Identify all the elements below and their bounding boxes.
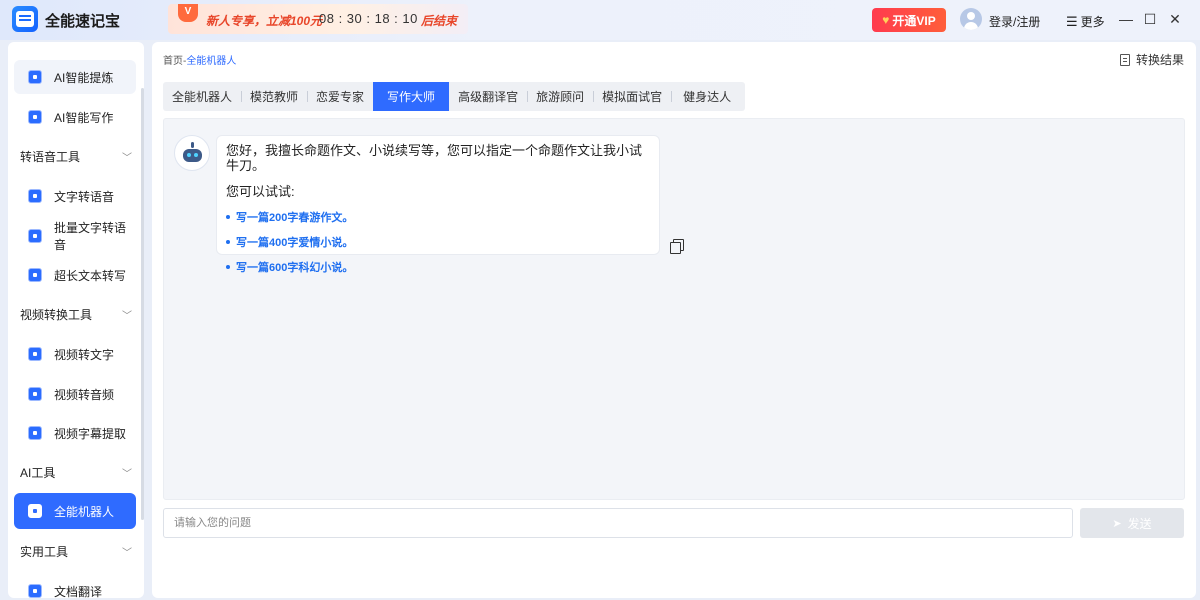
sidebar-group-label: 视频转换工具 [20, 307, 93, 322]
chevron-down-icon: ﹀ [122, 468, 132, 480]
sidebar-group-label: 转语音工具 [20, 149, 81, 164]
long-text-icon [28, 268, 42, 282]
bullet-icon [226, 215, 230, 219]
sidebar-item-label: 视频转音频 [54, 387, 115, 402]
vip-button-label: 开通VIP [892, 13, 936, 28]
breadcrumb-current: 全能机器人 [186, 56, 237, 67]
title-bar: 全能速记宝 V 新人专享，立减100元 08 : 30 : 18 : 10 后结… [0, 0, 1200, 40]
promo-countdown: 08 : 30 : 18 : 10 [319, 11, 418, 26]
robot-icon [28, 504, 42, 518]
sidebar-item-long-text[interactable]: 超长文本转写 [14, 258, 136, 292]
bullet-icon [226, 265, 230, 269]
tab-writing-master[interactable]: 写作大师 [373, 82, 450, 111]
sidebar-item-label: 超长文本转写 [54, 268, 127, 283]
send-button-label: 发送 [1127, 516, 1152, 531]
promo-text: 新人专享，立减100元 [206, 14, 323, 28]
switch-result-button[interactable]: 转换结果 [1119, 51, 1184, 68]
sidebar-item-label: 全能机器人 [54, 504, 115, 519]
tab-travel-advisor[interactable]: 旅游顾问 [527, 82, 593, 111]
promo-end-text: 后结束 [421, 14, 458, 28]
tab-mock-interviewer[interactable]: 模拟面试官 [593, 82, 671, 111]
more-menu-button[interactable]: ☰ 更多 [1066, 13, 1105, 30]
sidebar-item-label: AI智能提炼 [54, 70, 114, 85]
sidebar-item-batch-tts[interactable]: 批量文字转语音 [14, 219, 136, 253]
minimize-button[interactable]: — [1118, 10, 1134, 28]
sidebar-item-label: AI智能写作 [54, 110, 114, 125]
sidebar-group-tts[interactable]: 转语音工具 ﹀ [20, 146, 132, 166]
chevron-down-icon: ﹀ [122, 310, 132, 322]
suggestion-text: 写一篇400字爱情小说。 [236, 237, 354, 249]
ai-write-icon [28, 110, 42, 124]
sidebar: AI智能提炼 AI智能写作 转语音工具 ﹀ 文字转语音 批量文字转语音 超长文本… [8, 42, 144, 598]
tab-love-expert[interactable]: 恋爱专家 [307, 82, 373, 111]
suggestion-text: 写一篇200字春游作文。 [236, 212, 354, 224]
maximize-button[interactable]: ☐ [1142, 10, 1158, 28]
sidebar-item-label: 文字转语音 [54, 189, 115, 204]
sidebar-group-label: 实用工具 [20, 544, 69, 559]
more-label: 更多 [1080, 15, 1105, 29]
chat-message-bubble: 您好，我擅长命题作文、小说续写等，您可以指定一个命题作文让我小试牛刀。 您可以试… [216, 135, 660, 274]
tab-all-robot[interactable]: 全能机器人 [163, 82, 241, 111]
sidebar-item-doc-translate[interactable]: 文档翻译 [14, 574, 136, 598]
user-avatar-icon[interactable] [960, 8, 982, 30]
close-button[interactable]: ✕ [1167, 10, 1183, 28]
app-title: 全能速记宝 [45, 13, 121, 30]
robot-avatar-icon [174, 135, 210, 171]
sidebar-group-video[interactable]: 视频转换工具 ﹀ [20, 304, 132, 324]
suggestion-text: 写一篇600字科幻小说。 [236, 262, 354, 274]
breadcrumb-home[interactable]: 首页 [163, 56, 183, 67]
vip-heart-icon: ♥ [882, 13, 890, 27]
doc-translate-icon [28, 584, 42, 598]
send-plane-icon: ➤ [1112, 517, 1122, 530]
promo-tag: V [178, 4, 198, 22]
bullet-icon [226, 240, 230, 244]
sidebar-item-video-to-audio[interactable]: 视频转音频 [14, 377, 136, 411]
sidebar-item-robot[interactable]: 全能机器人 [14, 493, 136, 529]
main-panel: 首页-全能机器人 转换结果 全能机器人 模范教师 恋爱专家 写作大师 高级翻译官… [152, 42, 1196, 598]
sidebar-item-text-to-speech[interactable]: 文字转语音 [14, 179, 136, 213]
video-to-audio-icon [28, 387, 42, 401]
suggestion-item[interactable]: 写一篇400字爱情小说。 [226, 234, 650, 250]
batch-tts-icon [28, 229, 42, 243]
sidebar-scrollbar[interactable] [141, 88, 144, 520]
chat-area: 您好，我擅长命题作文、小说续写等，您可以指定一个命题作文让我小试牛刀。 您可以试… [163, 118, 1185, 500]
login-link[interactable]: 登录/注册 [989, 13, 1040, 30]
question-input[interactable] [163, 508, 1073, 538]
suggestion-item[interactable]: 写一篇200字春游作文。 [226, 209, 650, 225]
switch-result-label: 转换结果 [1135, 53, 1184, 67]
sidebar-group-ai[interactable]: AI工具 ﹀ [20, 462, 132, 482]
sidebar-item-video-to-text[interactable]: 视频转文字 [14, 337, 136, 371]
sidebar-item-label: 视频转文字 [54, 347, 115, 362]
breadcrumb: 首页-全能机器人 [163, 52, 236, 67]
sidebar-item-subtitle-extract[interactable]: 视频字幕提取 [14, 416, 136, 450]
document-icon [1119, 53, 1130, 66]
hamburger-icon: ☰ [1066, 14, 1078, 29]
chevron-down-icon: ﹀ [122, 152, 132, 164]
suggestion-item[interactable]: 写一篇600字科幻小说。 [226, 259, 650, 275]
sidebar-item-ai-write[interactable]: AI智能写作 [14, 100, 136, 134]
vip-button[interactable]: ♥ 开通VIP [872, 8, 946, 32]
sidebar-item-label: 批量文字转语音 [54, 221, 127, 252]
chat-greeting: 您好，我擅长命题作文、小说续写等，您可以指定一个命题作文让我小试牛刀。 [226, 143, 643, 173]
tab-fitness-expert[interactable]: 健身达人 [671, 82, 745, 111]
video-to-text-icon [28, 347, 42, 361]
tab-model-teacher[interactable]: 模范教师 [241, 82, 307, 111]
app-logo-icon [12, 6, 38, 32]
sidebar-item-label: 文档翻译 [54, 584, 103, 599]
chat-try-label: 您可以试试: [226, 184, 295, 199]
sidebar-item-ai-refine[interactable]: AI智能提炼 [14, 60, 136, 94]
sidebar-group-utility[interactable]: 实用工具 ﹀ [20, 541, 132, 561]
text-to-speech-icon [28, 189, 42, 203]
subtitle-extract-icon [28, 426, 42, 440]
chevron-down-icon: ﹀ [122, 547, 132, 559]
sidebar-group-label: AI工具 [20, 465, 56, 480]
send-button[interactable]: ➤ 发送 [1080, 508, 1184, 538]
tab-translator[interactable]: 高级翻译官 [449, 82, 527, 111]
assistant-tabs: 全能机器人 模范教师 恋爱专家 写作大师 高级翻译官 旅游顾问 模拟面试官 健身… [163, 82, 746, 111]
ai-refine-icon [28, 70, 42, 84]
copy-icon[interactable] [670, 239, 684, 254]
sidebar-item-label: 视频字幕提取 [54, 426, 127, 441]
promo-banner[interactable]: V 新人专享，立减100元 08 : 30 : 18 : 10 后结束 [168, 4, 468, 34]
